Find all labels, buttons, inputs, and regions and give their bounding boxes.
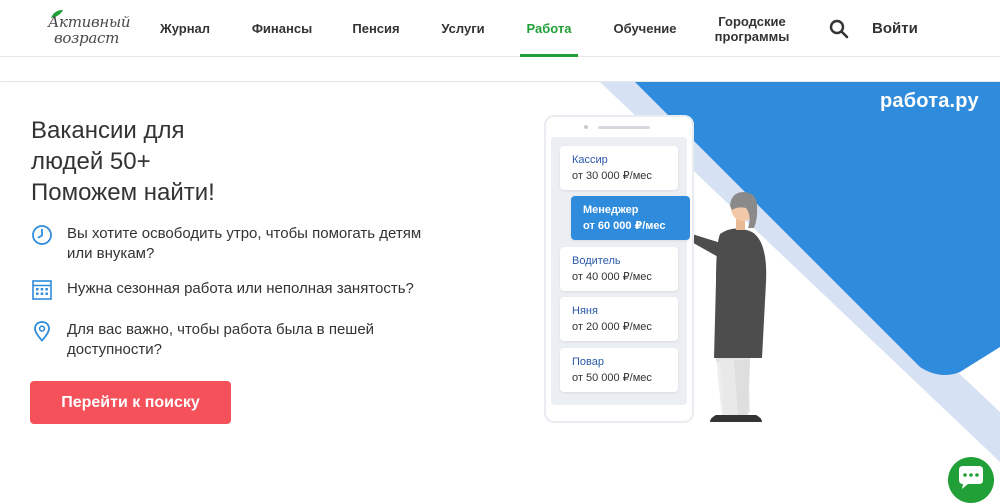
hero-title: Вакансии для людей 50+ Поможем найти! xyxy=(31,115,215,208)
hero-title-line-3: Поможем найти! xyxy=(31,179,215,206)
person-illustration xyxy=(683,192,767,422)
sub-header-bar xyxy=(0,57,1000,82)
location-pin-icon xyxy=(34,321,50,342)
nav-item-journal[interactable]: Журнал xyxy=(152,0,218,57)
vacancy-salary: от 30 000 ₽/мес xyxy=(572,170,652,182)
vacancy-card-driver[interactable]: Водитель от 40 000 ₽/мес xyxy=(560,247,678,291)
vacancy-card-cashier[interactable]: Кассир от 30 000 ₽/мес xyxy=(560,146,678,190)
nav-item-services[interactable]: Услуги xyxy=(432,0,494,57)
vacancy-title: Водитель xyxy=(572,255,621,267)
feature-item-seasonal: Нужна сезонная работа или неполная занят… xyxy=(31,279,447,301)
vacancy-card-nanny[interactable]: Няня от 20 000 ₽/мес xyxy=(560,297,678,341)
feature-item-morning: Вы хотите освободить утро, чтобы помогат… xyxy=(31,224,447,264)
vacancy-title: Повар xyxy=(572,356,604,368)
phone-speaker xyxy=(598,126,650,129)
feature-text: Вы хотите освободить утро, чтобы помогат… xyxy=(67,225,422,262)
vacancy-salary: от 40 000 ₽/мес xyxy=(572,271,652,283)
feature-text: Нужна сезонная работа или неполная занят… xyxy=(67,280,414,297)
nav-item-finance[interactable]: Финансы xyxy=(244,0,320,57)
vacancy-title: Няня xyxy=(572,305,598,317)
vacancy-title: Кассир xyxy=(572,154,608,166)
search-icon[interactable] xyxy=(828,18,850,40)
vacancy-card-cook[interactable]: Повар от 50 000 ₽/мес xyxy=(560,348,678,392)
nav-item-education[interactable]: Обучение xyxy=(604,0,686,57)
login-link[interactable]: Войти xyxy=(872,0,918,57)
nav-item-city-programs[interactable]: Городские программы xyxy=(710,0,794,57)
vacancy-salary: от 60 000 ₽/мес xyxy=(583,220,666,232)
vacancy-salary: от 50 000 ₽/мес xyxy=(572,372,652,384)
vacancy-title: Менеджер xyxy=(583,204,639,216)
clock-icon xyxy=(32,225,52,245)
calendar-icon xyxy=(32,280,52,300)
rabota-ru-logo[interactable]: работа.ру xyxy=(880,90,979,113)
chat-label[interactable]: чат xyxy=(948,475,994,486)
nav-item-work[interactable]: Работа xyxy=(520,0,578,57)
main-nav: Журнал Финансы Пенсия Услуги Работа Обуч… xyxy=(0,0,1000,57)
vacancy-card-manager[interactable]: Менеджер от 60 000 ₽/мес xyxy=(571,196,690,240)
hero-title-line-2: людей 50+ xyxy=(31,148,151,175)
go-to-search-button[interactable]: Перейти к поиску xyxy=(30,381,231,424)
phone-camera xyxy=(584,125,588,129)
site-header: Активный возраст Журнал Финансы Пенсия У… xyxy=(0,0,1000,57)
hero-title-line-1: Вакансии для xyxy=(31,117,185,144)
feature-item-walking-distance: Для вас важно, чтобы работа была в пешей… xyxy=(31,320,447,360)
vacancy-salary: от 20 000 ₽/мес xyxy=(572,321,652,333)
feature-text: Для вас важно, чтобы работа была в пешей… xyxy=(67,321,375,358)
nav-item-pension[interactable]: Пенсия xyxy=(344,0,408,57)
